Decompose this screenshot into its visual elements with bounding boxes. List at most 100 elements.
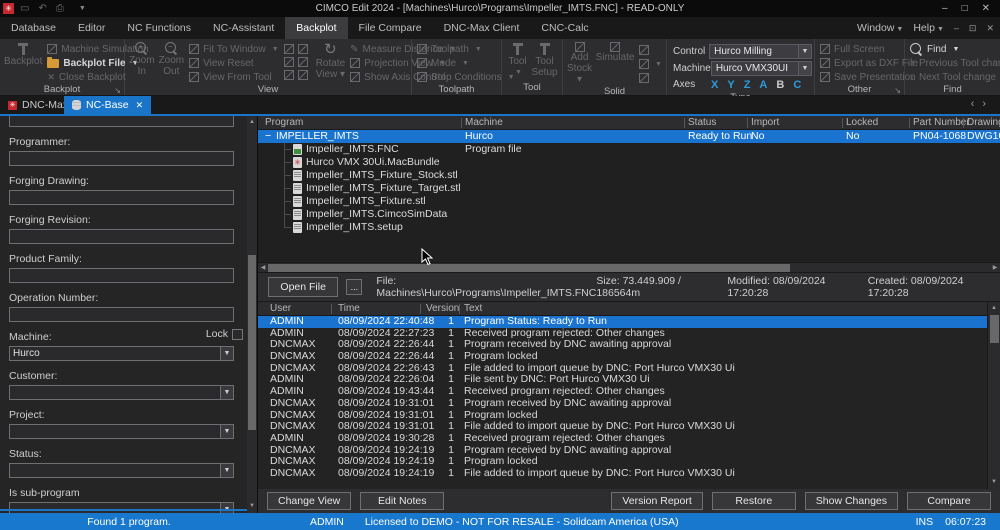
close-button[interactable]: ✕ (982, 3, 990, 14)
tab-nc-assistant[interactable]: NC-Assistant (202, 17, 285, 39)
help-menu[interactable]: Help▼ (913, 22, 944, 34)
axis-z[interactable]: Z (744, 79, 751, 91)
tree-file-row[interactable]: Impeller_IMTS.FNC Program file (258, 143, 1000, 156)
column-status[interactable]: Status (688, 117, 716, 128)
tab-backplot[interactable]: Backplot (285, 17, 347, 39)
tree-file-row[interactable]: Impeller_IMTS.setup (258, 221, 1000, 234)
tree-file-row[interactable]: Impeller_IMTS_Fixture_Stock.stl (258, 169, 1000, 182)
scrollbar-thumb[interactable] (990, 315, 999, 343)
column-program[interactable]: Program (265, 117, 303, 128)
scroll-down-icon[interactable]: ▼ (988, 477, 1000, 488)
edit-notes-button[interactable]: Edit Notes (360, 492, 444, 510)
column-text[interactable]: Text (464, 303, 482, 314)
tab-cnc-calc[interactable]: CNC-Calc (530, 17, 599, 39)
log-row[interactable]: ADMIN 08/09/2024 22:40:48 1 Program Stat… (258, 316, 987, 328)
forging-drawing-field[interactable] (9, 190, 234, 205)
search-field-top[interactable] (9, 116, 234, 127)
column-user[interactable]: User (270, 303, 291, 314)
backplot-button[interactable]: Backplot (2, 41, 44, 68)
browse-button[interactable]: ... (346, 279, 362, 295)
column-machine[interactable]: Machine (465, 117, 503, 128)
solid-option-1-button[interactable] (636, 43, 665, 57)
compare-button[interactable]: Compare (907, 492, 991, 510)
fit-to-window-button[interactable]: Fit To Window▼ (186, 42, 282, 56)
column-locked[interactable]: Locked (846, 117, 878, 128)
scroll-up-icon[interactable]: ▲ (247, 117, 257, 128)
control-select[interactable]: Hurco Milling ▼ (709, 44, 812, 59)
machine-select[interactable]: Hurco VMX30UI ▼ (711, 61, 812, 76)
tree-horizontal-scrollbar[interactable]: ◀ ▶ (258, 262, 1000, 272)
column-version[interactable]: Version (426, 303, 459, 314)
change-view-button[interactable]: Change View (267, 492, 351, 510)
scroll-left-icon[interactable]: ◀ (258, 263, 268, 273)
undo-icon[interactable]: ↶ (38, 3, 46, 14)
previous-tool-change-button[interactable]: ↑ Previous Tool change (907, 56, 1000, 70)
iso-view-icon[interactable] (284, 44, 294, 54)
view-from-tool-button[interactable]: View From Tool (186, 70, 282, 84)
solid-option-2-button[interactable]: ▼ (636, 57, 665, 71)
log-vertical-scrollbar[interactable]: ▲ ▼ (987, 302, 1000, 489)
front-view-icon[interactable] (284, 57, 294, 67)
column-import[interactable]: Import (751, 117, 779, 128)
doc-minimize-icon[interactable]: – (954, 23, 959, 33)
tab-file-compare[interactable]: File Compare (348, 17, 433, 39)
log-row[interactable]: DNCMAX 08/09/2024 19:31:01 1 Program rec… (258, 398, 987, 410)
view-reset-button[interactable]: View Reset (186, 56, 282, 70)
machine-search-select[interactable]: Hurco ▼ (9, 346, 234, 361)
rotate-view-button[interactable]: ↻ Rotate View ▾ (314, 41, 347, 81)
scroll-right-icon[interactable]: ▶ (990, 263, 1000, 273)
solid-option-3-button[interactable] (636, 71, 665, 85)
tab-close-icon[interactable]: ✕ (136, 100, 144, 111)
doc-restore-icon[interactable]: ⊡ (969, 23, 977, 34)
log-row[interactable]: ADMIN 08/09/2024 19:30:28 1 Received pro… (258, 433, 987, 445)
column-part-number[interactable]: Part Number (913, 117, 970, 128)
product-family-field[interactable] (9, 268, 234, 283)
programmer-field[interactable] (9, 151, 234, 166)
axis-c[interactable]: C (793, 79, 801, 91)
window-menu[interactable]: Window▼ (857, 22, 903, 34)
project-select[interactable]: ▼ (9, 424, 234, 439)
restore-button[interactable]: Restore (712, 492, 796, 510)
tab-nc-functions[interactable]: NC Functions (116, 17, 202, 39)
restore-button[interactable]: □ (962, 3, 968, 14)
save-icon[interactable]: ▭ (20, 3, 29, 14)
tree-file-row[interactable]: Hurco VMX 30Ui.MacBundle (258, 156, 1000, 169)
scroll-up-icon[interactable]: ▲ (988, 303, 1000, 314)
search-panel-scrollbar[interactable]: ▲ ▼ (247, 116, 257, 513)
scrollbar-thumb[interactable] (248, 255, 256, 430)
bottom-view-icon[interactable] (298, 70, 308, 80)
operation-number-field[interactable] (9, 307, 234, 322)
back-view-icon[interactable] (284, 70, 294, 80)
find-button[interactable]: Find▼ (907, 42, 1000, 56)
add-stock-button[interactable]: Add Stock ▾ (565, 41, 594, 86)
scrollbar-thumb[interactable] (268, 264, 790, 272)
customer-select[interactable]: ▼ (9, 385, 234, 400)
log-row[interactable]: DNCMAX 08/09/2024 19:24:19 1 File added … (258, 468, 987, 480)
version-report-button[interactable]: Version Report (611, 492, 702, 510)
tool-button[interactable]: Tool▼ (504, 41, 531, 79)
scroll-down-icon[interactable]: ▼ (247, 501, 257, 512)
print-icon[interactable]: ⎙ (56, 3, 64, 14)
collapse-icon[interactable]: − (265, 130, 271, 143)
side-view-icon[interactable] (298, 57, 308, 67)
is-sub-program-select[interactable]: ▼ (9, 502, 234, 513)
simulate-button[interactable]: Simulate (594, 41, 636, 64)
axis-a[interactable]: A (759, 79, 767, 91)
forging-revision-field[interactable] (9, 229, 234, 244)
column-time[interactable]: Time (338, 303, 360, 314)
minimize-button[interactable]: – (942, 3, 948, 14)
tree-file-row[interactable]: Impeller_IMTS_Fixture_Target.stl (258, 182, 1000, 195)
lock-checkbox[interactable] (232, 329, 243, 340)
zoom-in-button[interactable]: + ZoomIn (127, 41, 157, 78)
program-row-selected[interactable]: − IMPELLER_IMTS Hurco Ready to Run No No… (258, 130, 1000, 143)
tree-file-row[interactable]: Impeller_IMTS.CimcoSimData (258, 208, 1000, 221)
quick-access-dropdown-icon[interactable]: ▼ (79, 5, 86, 12)
tree-file-row[interactable]: Impeller_IMTS_Fixture.stl (258, 195, 1000, 208)
log-row[interactable]: DNCMAX 08/09/2024 22:26:44 1 Program loc… (258, 351, 987, 363)
tab-nc-base[interactable]: NC-Base ✕ (64, 96, 151, 114)
axis-y[interactable]: Y (727, 79, 734, 91)
next-tool-change-button[interactable]: ↓ Next Tool change (907, 70, 1000, 84)
doc-close-icon[interactable]: ✕ (986, 23, 994, 34)
tab-editor[interactable]: Editor (67, 17, 116, 39)
column-drawing[interactable]: Drawing (967, 117, 1000, 128)
